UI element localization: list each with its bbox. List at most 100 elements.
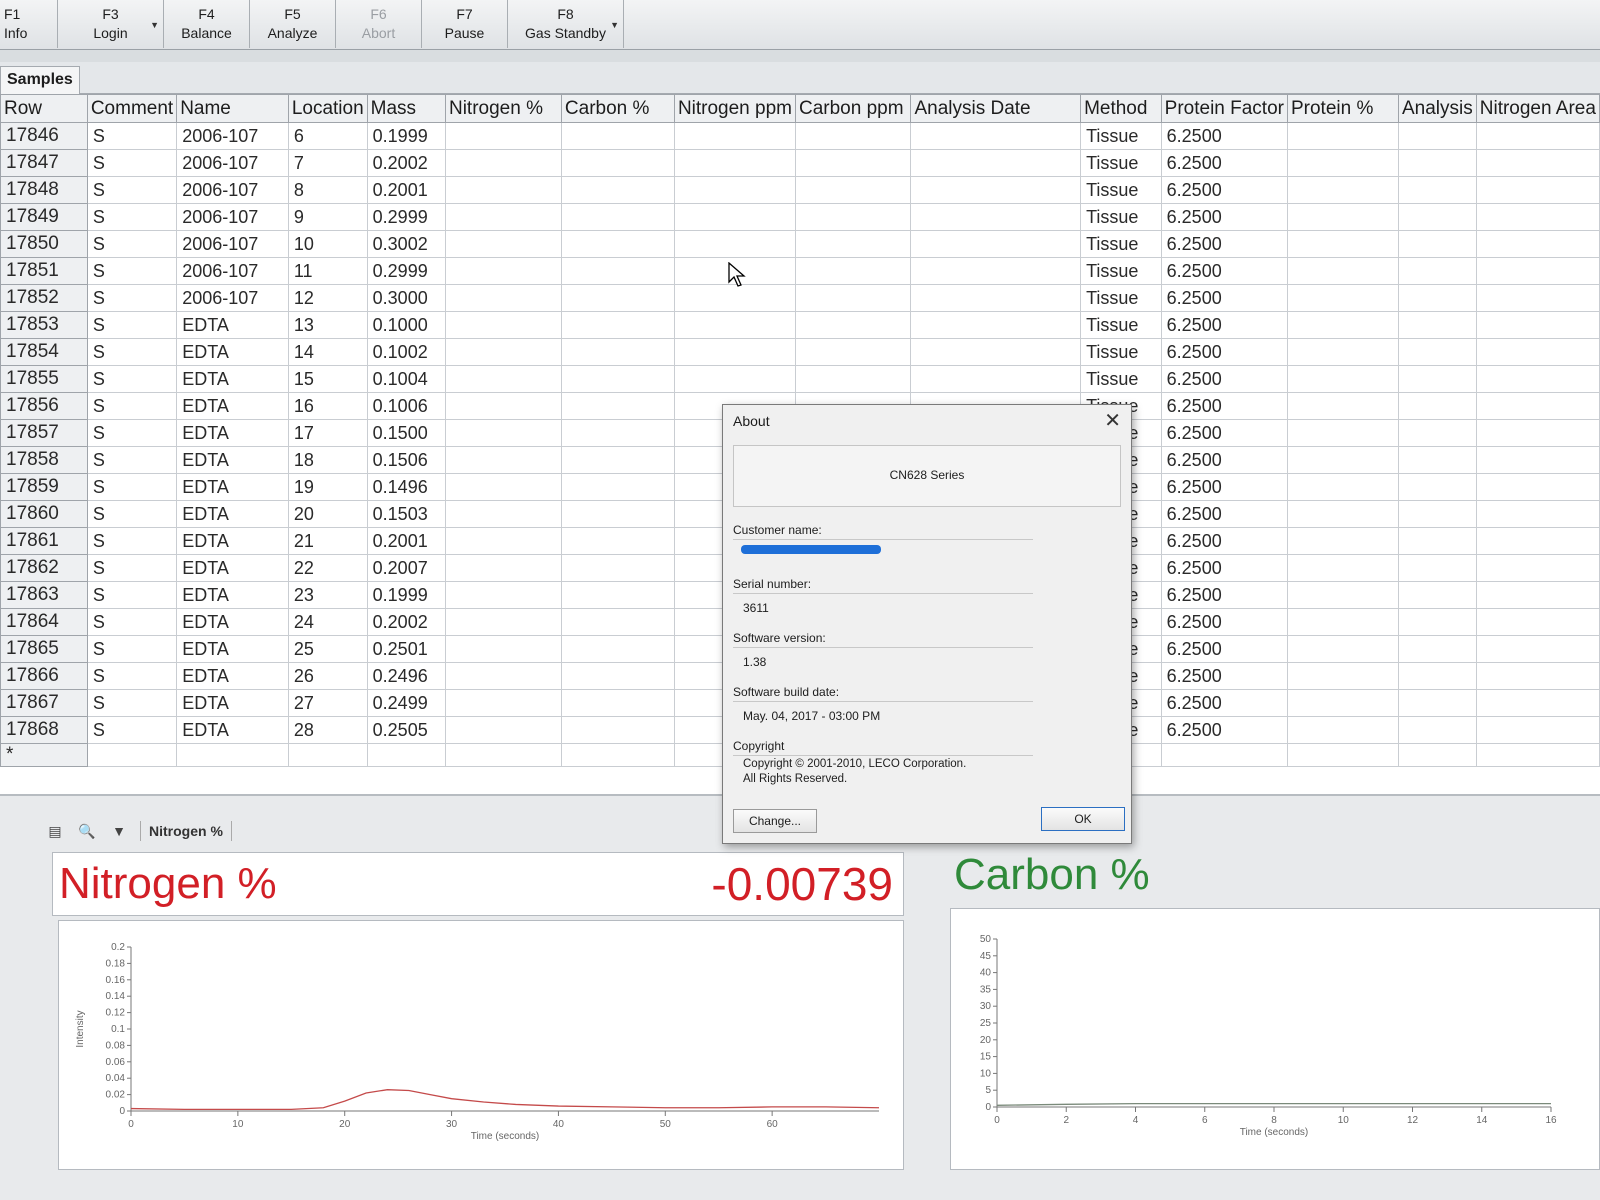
table-cell[interactable]: 0.1004 — [366, 365, 446, 393]
row-number-cell[interactable]: 17857 — [0, 419, 88, 447]
table-cell[interactable] — [444, 149, 562, 177]
table-cell[interactable]: 6.2500 — [1160, 635, 1288, 663]
table-cell[interactable] — [1398, 257, 1477, 285]
table-cell[interactable]: 6.2500 — [1160, 419, 1288, 447]
table-cell[interactable] — [1286, 446, 1400, 474]
table-cell[interactable] — [1475, 743, 1600, 767]
table-cell[interactable]: 0.2505 — [366, 716, 446, 744]
table-cell[interactable]: S — [86, 203, 178, 231]
table-cell[interactable]: 18 — [287, 446, 368, 474]
table-cell[interactable] — [1286, 338, 1400, 366]
row-number-cell[interactable]: 17867 — [0, 689, 88, 717]
table-cell[interactable]: S — [86, 500, 178, 528]
table-cell[interactable]: S — [86, 392, 178, 420]
table-cell[interactable] — [1475, 662, 1600, 690]
table-cell[interactable] — [1286, 473, 1400, 501]
table-cell[interactable] — [1286, 284, 1400, 312]
table-cell[interactable]: EDTA — [176, 392, 289, 420]
table-cell[interactable] — [1398, 338, 1477, 366]
table-cell[interactable]: 15 — [287, 365, 368, 393]
table-cell[interactable] — [673, 365, 797, 393]
table-cell[interactable]: 6.2500 — [1160, 500, 1288, 528]
table-cell[interactable]: 2006-107 — [176, 257, 289, 285]
table-cell[interactable]: 13 — [287, 311, 368, 339]
f8-gas-standby-button[interactable]: F8 Gas Standby ▼ — [508, 0, 624, 48]
table-cell[interactable] — [1475, 581, 1600, 609]
table-cell[interactable] — [794, 365, 912, 393]
table-cell[interactable]: 0.1006 — [366, 392, 446, 420]
table-cell[interactable]: Tissue — [1080, 284, 1162, 312]
table-cell[interactable] — [1286, 743, 1400, 767]
table-cell[interactable] — [1398, 716, 1477, 744]
column-header[interactable]: Method — [1080, 94, 1162, 123]
table-cell[interactable] — [673, 284, 797, 312]
chevron-down-icon[interactable]: ▼ — [150, 16, 159, 35]
f7-pause-button[interactable]: F7 Pause — [422, 0, 508, 48]
table-cell[interactable]: 23 — [287, 581, 368, 609]
f6-abort-button[interactable]: F6 Abort — [336, 0, 422, 48]
column-header[interactable]: Analysis Date — [910, 94, 1082, 123]
table-cell[interactable]: EDTA — [176, 446, 289, 474]
table-cell[interactable] — [1286, 392, 1400, 420]
table-cell[interactable]: 0.2002 — [366, 149, 446, 177]
row-number-cell[interactable]: 17863 — [0, 581, 88, 609]
table-cell[interactable]: 28 — [287, 716, 368, 744]
table-cell[interactable] — [1475, 419, 1600, 447]
table-cell[interactable]: Tissue — [1080, 203, 1162, 231]
table-cell[interactable] — [1475, 284, 1600, 312]
table-cell[interactable] — [1475, 365, 1600, 393]
table-cell[interactable]: 2006-107 — [176, 122, 289, 150]
table-cell[interactable] — [1398, 473, 1477, 501]
table-cell[interactable] — [1286, 554, 1400, 582]
table-cell[interactable] — [1398, 419, 1477, 447]
table-cell[interactable]: Tissue — [1080, 257, 1162, 285]
table-cell[interactable] — [444, 527, 562, 555]
column-header[interactable]: Name — [176, 94, 289, 123]
row-number-cell[interactable]: 17848 — [0, 176, 88, 204]
table-cell[interactable]: 6.2500 — [1160, 608, 1288, 636]
table-cell[interactable]: 0.2001 — [366, 527, 446, 555]
table-cell[interactable]: Tissue — [1080, 311, 1162, 339]
table-cell[interactable]: EDTA — [176, 581, 289, 609]
row-number-cell[interactable]: 17853 — [0, 311, 88, 339]
f4-balance-button[interactable]: F4 Balance — [164, 0, 250, 48]
table-cell[interactable] — [1398, 635, 1477, 663]
table-cell[interactable] — [560, 338, 675, 366]
table-cell[interactable] — [1398, 608, 1477, 636]
table-cell[interactable] — [910, 149, 1082, 177]
row-number-cell[interactable]: 17868 — [0, 716, 88, 744]
table-cell[interactable] — [1475, 122, 1600, 150]
table-cell[interactable] — [444, 257, 562, 285]
table-cell[interactable]: EDTA — [176, 365, 289, 393]
table-cell[interactable]: S — [86, 419, 178, 447]
row-number-cell[interactable]: 17851 — [0, 257, 88, 285]
table-cell[interactable] — [1475, 257, 1600, 285]
column-header[interactable]: Mass — [366, 94, 446, 123]
table-cell[interactable] — [560, 392, 675, 420]
table-cell[interactable] — [673, 122, 797, 150]
table-cell[interactable]: S — [86, 257, 178, 285]
table-cell[interactable]: 2006-107 — [176, 284, 289, 312]
table-cell[interactable]: 6.2500 — [1160, 257, 1288, 285]
column-header[interactable]: Location — [287, 94, 368, 123]
table-cell[interactable] — [444, 581, 562, 609]
print-icon[interactable]: ▤ — [44, 822, 66, 840]
table-cell[interactable] — [1398, 581, 1477, 609]
table-cell[interactable]: 6.2500 — [1160, 716, 1288, 744]
table-cell[interactable] — [1286, 500, 1400, 528]
table-cell[interactable] — [673, 149, 797, 177]
table-cell[interactable]: S — [86, 689, 178, 717]
table-cell[interactable]: 0.1999 — [366, 122, 446, 150]
table-cell[interactable]: 0.1503 — [366, 500, 446, 528]
table-cell[interactable]: 6.2500 — [1160, 689, 1288, 717]
table-cell[interactable]: 16 — [287, 392, 368, 420]
table-cell[interactable] — [1286, 527, 1400, 555]
table-cell[interactable]: S — [86, 230, 178, 258]
row-number-cell[interactable]: 17859 — [0, 473, 88, 501]
table-row[interactable]: 17846 S 2006-107 6 0.1999 Tissue 6.2500 — [0, 122, 1600, 150]
graph-selector[interactable]: Nitrogen % — [140, 821, 232, 841]
row-number-cell[interactable]: 17866 — [0, 662, 88, 690]
row-number-cell[interactable]: 17850 — [0, 230, 88, 258]
tab-samples[interactable]: Samples — [0, 66, 80, 94]
table-cell[interactable]: 0.2496 — [366, 662, 446, 690]
